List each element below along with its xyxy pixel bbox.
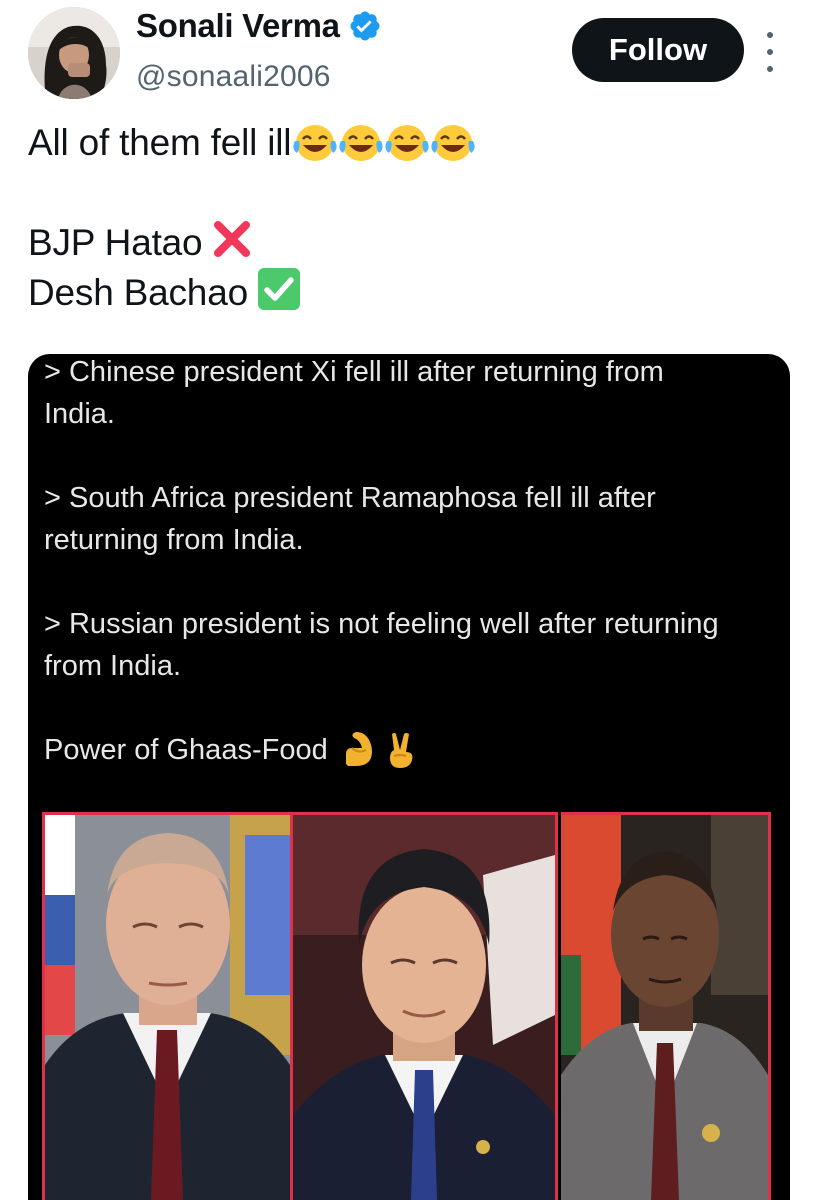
portrait-photo-1 xyxy=(42,812,290,1200)
caption-line: > Russian president is not feeling well … xyxy=(44,608,719,640)
flexed-biceps-icon xyxy=(345,732,372,766)
tweet-line-2-text: BJP Hatao xyxy=(28,222,203,263)
author-name-row: Sonali Verma xyxy=(136,6,382,46)
tweet-text-line-2: BJP Hatao xyxy=(28,218,254,268)
caption-closing-text: Power of Ghaas-Food xyxy=(44,734,328,766)
verified-badge-icon xyxy=(348,9,382,43)
portrait-photo-3 xyxy=(561,812,771,1200)
avatar[interactable] xyxy=(28,7,120,99)
tweet-text-line-1: All of them fell ill xyxy=(28,118,475,168)
tweet-line-1-text: All of them fell ill xyxy=(28,122,292,163)
portrait-photo-2 xyxy=(290,812,558,1200)
laughing-emoji-icon xyxy=(385,125,429,161)
caption-line: > Chinese president Xi fell ill after re… xyxy=(44,356,664,388)
laughing-emoji-icon xyxy=(431,125,475,161)
tweet-post: Sonali Verma @sonaali2006 Follow All of … xyxy=(0,0,816,1200)
laughing-emoji-icon xyxy=(339,125,383,161)
caption-line: India. xyxy=(44,398,115,430)
caption-line: returning from India. xyxy=(44,524,304,556)
follow-button[interactable]: Follow xyxy=(572,18,744,82)
more-options-icon[interactable] xyxy=(760,32,780,72)
cross-mark-icon xyxy=(210,217,254,270)
victory-hand-icon xyxy=(389,733,413,768)
tweet-line-3-text: Desh Bachao xyxy=(28,272,248,313)
tweet-text-line-3: Desh Bachao xyxy=(28,266,302,321)
tweet-media-image[interactable]: > Chinese president Xi fell ill after re… xyxy=(28,354,790,1200)
photo-strip xyxy=(42,812,772,1200)
laughing-emoji-icon xyxy=(293,125,337,161)
author-handle[interactable]: @sonaali2006 xyxy=(136,60,331,94)
display-name[interactable]: Sonali Verma xyxy=(136,7,340,45)
caption-line: > South Africa president Ramaphosa fell … xyxy=(44,482,656,514)
check-mark-button-icon xyxy=(256,266,302,321)
caption-closing-line: Power of Ghaas-Food xyxy=(44,729,418,771)
caption-line: from India. xyxy=(44,650,181,682)
laughing-emoji-group xyxy=(291,121,475,165)
